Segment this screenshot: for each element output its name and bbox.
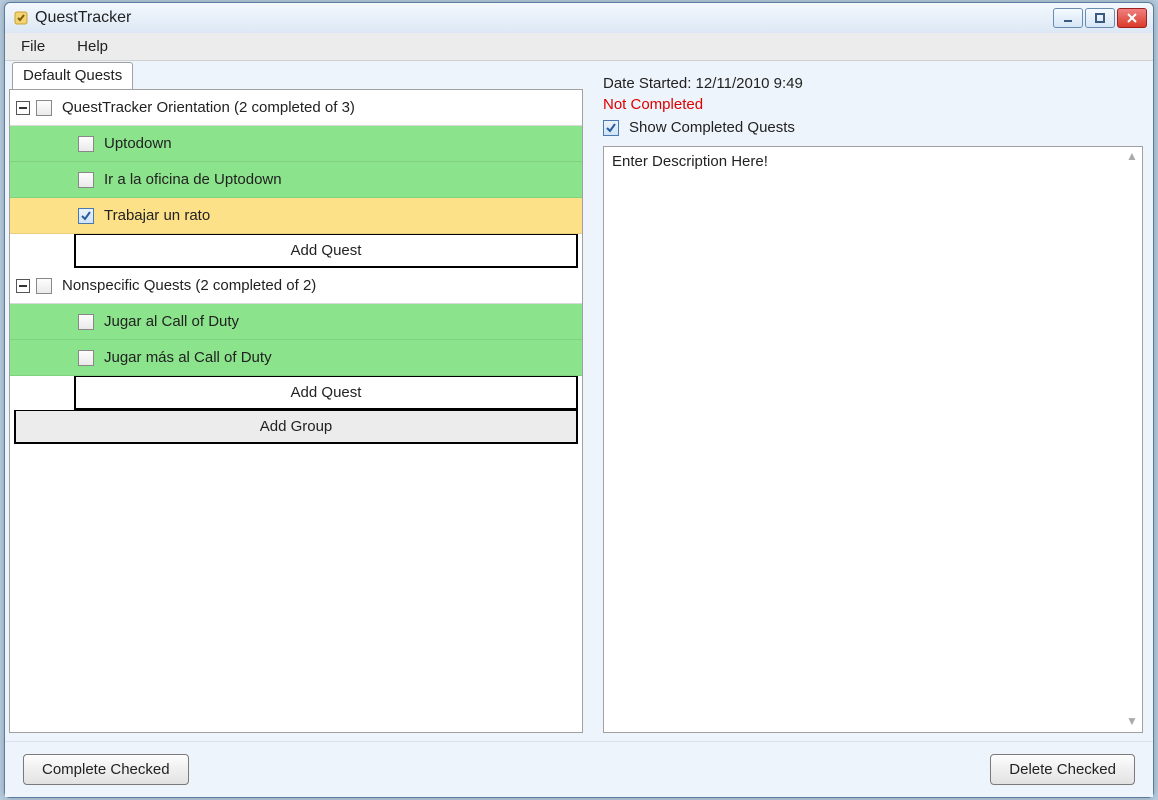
content-area: Default Quests QuestTracker Orientation … bbox=[5, 61, 1153, 741]
quest-row[interactable]: Jugar al Call of Duty bbox=[10, 304, 582, 340]
close-button[interactable] bbox=[1117, 8, 1147, 28]
quest-checkbox[interactable] bbox=[78, 172, 94, 188]
quest-label: Trabajar un rato bbox=[104, 207, 210, 224]
quest-label: Jugar al Call of Duty bbox=[104, 313, 239, 330]
titlebar[interactable]: QuestTracker bbox=[5, 3, 1153, 33]
quests-panel: QuestTracker Orientation (2 completed of… bbox=[9, 89, 583, 733]
menu-file[interactable]: File bbox=[15, 36, 51, 57]
menubar: File Help bbox=[5, 33, 1153, 61]
quest-row[interactable]: Jugar más al Call of Duty bbox=[10, 340, 582, 376]
date-started: Date Started: 12/11/2010 9:49 bbox=[603, 75, 1143, 92]
show-completed-checkbox[interactable] bbox=[603, 120, 619, 136]
quest-checkbox[interactable] bbox=[78, 136, 94, 152]
quest-row[interactable]: Uptodown bbox=[10, 126, 582, 162]
show-completed-label: Show Completed Quests bbox=[629, 119, 795, 136]
group-label: Nonspecific Quests (2 completed of 2) bbox=[62, 277, 316, 294]
bottom-bar: Complete Checked Delete Checked bbox=[5, 741, 1153, 797]
menu-help[interactable]: Help bbox=[71, 36, 114, 57]
quest-label: Jugar más al Call of Duty bbox=[104, 349, 272, 366]
delete-checked-button[interactable]: Delete Checked bbox=[990, 754, 1135, 785]
group-checkbox[interactable] bbox=[36, 278, 52, 294]
tab-default-quests[interactable]: Default Quests bbox=[12, 62, 133, 90]
quest-checkbox[interactable] bbox=[78, 350, 94, 366]
group-label: QuestTracker Orientation (2 completed of… bbox=[62, 99, 355, 116]
quest-label: Uptodown bbox=[104, 135, 172, 152]
scroll-down-icon[interactable]: ▼ bbox=[1124, 714, 1140, 730]
complete-checked-button[interactable]: Complete Checked bbox=[23, 754, 189, 785]
show-completed-row: Show Completed Quests bbox=[603, 119, 1143, 136]
status-text: Not Completed bbox=[603, 96, 1143, 113]
quest-row[interactable]: Trabajar un rato bbox=[10, 198, 582, 234]
quest-checkbox[interactable] bbox=[78, 208, 94, 224]
description-placeholder: Enter Description Here! bbox=[612, 153, 768, 170]
maximize-button[interactable] bbox=[1085, 8, 1115, 28]
group-header[interactable]: QuestTracker Orientation (2 completed of… bbox=[10, 90, 582, 126]
details-column: Date Started: 12/11/2010 9:49 Not Comple… bbox=[587, 61, 1153, 741]
add-quest-button[interactable]: Add Quest bbox=[74, 234, 578, 268]
window-title: QuestTracker bbox=[35, 9, 131, 27]
quests-column: Default Quests QuestTracker Orientation … bbox=[5, 61, 587, 741]
group-checkbox[interactable] bbox=[36, 100, 52, 116]
app-window: QuestTracker File Help Default Quests bbox=[4, 2, 1154, 798]
window-controls bbox=[1053, 8, 1147, 28]
quest-label: Ir a la oficina de Uptodown bbox=[104, 171, 282, 188]
app-icon bbox=[13, 10, 29, 26]
group-header[interactable]: Nonspecific Quests (2 completed of 2) bbox=[10, 268, 582, 304]
quest-row[interactable]: Ir a la oficina de Uptodown bbox=[10, 162, 582, 198]
tabstrip: Default Quests bbox=[9, 61, 583, 89]
quest-checkbox[interactable] bbox=[78, 314, 94, 330]
description-textarea[interactable]: Enter Description Here! ▲ ▼ bbox=[603, 146, 1143, 733]
collapse-icon[interactable] bbox=[16, 279, 30, 293]
minimize-button[interactable] bbox=[1053, 8, 1083, 28]
add-group-button[interactable]: Add Group bbox=[14, 410, 578, 444]
collapse-icon[interactable] bbox=[16, 101, 30, 115]
scroll-up-icon[interactable]: ▲ bbox=[1124, 149, 1140, 165]
add-quest-button[interactable]: Add Quest bbox=[74, 376, 578, 410]
